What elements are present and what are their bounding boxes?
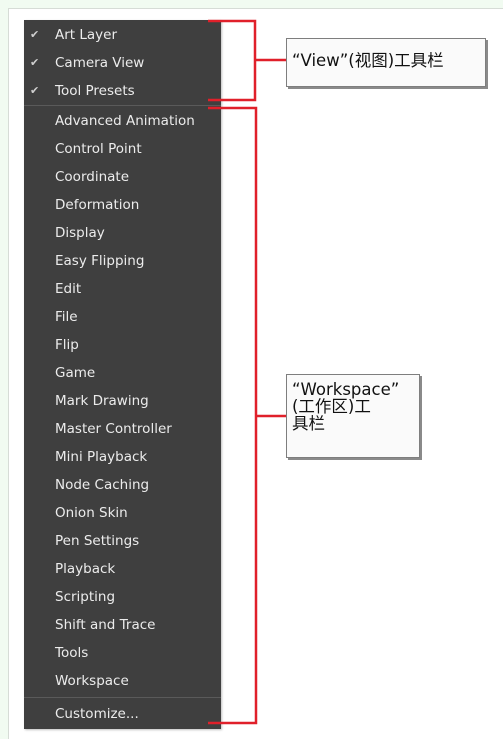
view-toolbar-bracket (208, 19, 286, 102)
view-toolbar-callout: “View”(视图)工具栏 (286, 38, 486, 87)
callout-text: “View”(视图)工具栏 (292, 51, 444, 70)
callout-text-line: “Workspace” (292, 380, 400, 399)
workspace-toolbar-callout: “Workspace” (工作区)工 具栏 (286, 374, 420, 458)
callout-text-line: 具栏 (292, 414, 325, 433)
callout-text-line: (工作区)工 (292, 397, 371, 416)
annotation-brackets (208, 19, 286, 725)
workspace-toolbar-bracket (208, 106, 286, 725)
